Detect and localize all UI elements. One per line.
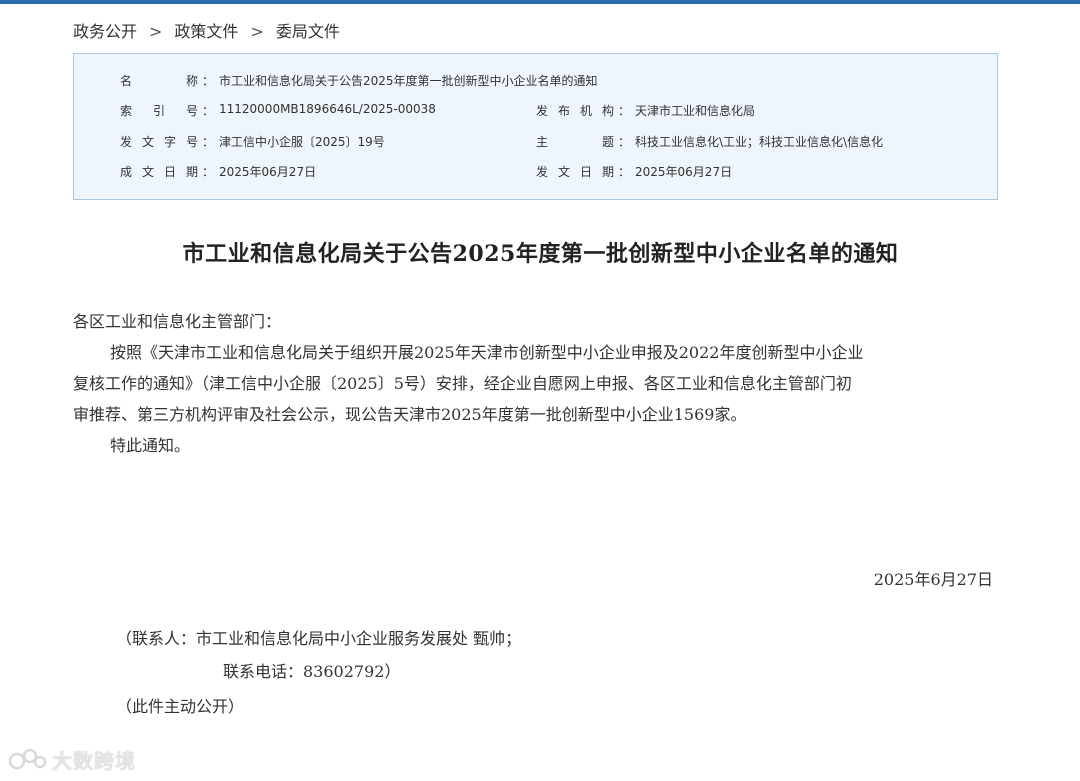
meta-label-written: 成文日期 — [120, 165, 198, 179]
meta-label-name: 名 称 — [120, 74, 198, 88]
meta-label-publisher: 发布机构 — [536, 104, 614, 118]
watermark: 大数跨境 — [8, 745, 136, 774]
meta-value-index: 11120000MB1896646L/2025-00038 — [219, 102, 436, 116]
paragraph-line: 复核工作的通知》（津工信中小企服〔2025〕5号）安排，经企业自愿网上申报、各区… — [73, 374, 852, 393]
meta-row-docno: 发文字号 ： 津工信中小企服〔2025〕19号 主 题 ： 科技工业信息化\工业… — [74, 133, 997, 153]
closing-remark: 特此通知。 — [110, 436, 191, 455]
breadcrumb-item-policy-docs[interactable]: 政策文件 — [174, 22, 238, 41]
paragraph-line: 审推荐、第三方机构评审及社会公示，现公告天津市2025年度第一批创新型中小企业1… — [73, 405, 747, 424]
paragraph-line: 按照《天津市工业和信息化局关于组织开展2025年天津市创新型中小企业申报及202… — [110, 343, 864, 362]
breadcrumb-separator: > — [149, 22, 163, 41]
meta-colon: ： — [202, 135, 215, 149]
contact-person: （联系人：市工业和信息化局中小企业服务发展处 甄帅； — [116, 629, 522, 648]
watermark-text: 大数跨境 — [52, 749, 136, 773]
meta-value-publisher: 天津市工业和信息化局 — [635, 104, 756, 118]
meta-label-issued: 发文日期 — [536, 165, 614, 179]
meta-label-index: 索 引 号 — [120, 104, 198, 118]
meta-value-written: 2025年06月27日 — [219, 165, 317, 179]
document-meta-box: 名 称 ： 市工业和信息化局关于公告2025年度第一批创新型中小企业名单的通知 … — [73, 53, 998, 200]
disclosure-note: （此件主动公开） — [116, 697, 245, 716]
meta-colon: ： — [202, 74, 215, 88]
top-accent-line — [0, 0, 1080, 4]
meta-value-issued: 2025年06月27日 — [635, 165, 733, 179]
breadcrumb: 政务公开 > 政策文件 > 委局文件 — [73, 18, 340, 42]
document-title: 市工业和信息化局关于公告2025年度第一批创新型中小企业名单的通知 — [182, 241, 899, 267]
meta-row-dates: 成文日期 ： 2025年06月27日 发文日期 ： 2025年06月27日 — [74, 163, 997, 183]
meta-colon: ： — [202, 165, 215, 179]
meta-label-docno: 发文字号 — [120, 135, 198, 149]
meta-value-docno: 津工信中小企服〔2025〕19号 — [219, 135, 385, 149]
meta-row-index: 索 引 号 ： 11120000MB1896646L/2025-00038 发布… — [74, 102, 997, 122]
meta-colon: ： — [618, 165, 631, 179]
meta-label-topic: 主 题 — [536, 135, 614, 149]
meta-value-name: 市工业和信息化局关于公告2025年度第一批创新型中小企业名单的通知 — [219, 74, 598, 88]
breadcrumb-separator: > — [250, 22, 264, 41]
document-body: 各区工业和信息化主管部门： 按照《天津市工业和信息化局关于组织开展2025年天津… — [73, 306, 1008, 461]
breadcrumb-item-bureau-docs[interactable]: 委局文件 — [276, 22, 340, 41]
contact-phone: 联系电话：83602792） — [223, 662, 401, 681]
watermark-logo-icon — [8, 748, 47, 769]
document-date: 2025年6月27日 — [873, 570, 993, 589]
breadcrumb-item-gov-affairs[interactable]: 政务公开 — [73, 22, 137, 41]
meta-value-topic: 科技工业信息化\工业；科技工业信息化\信息化 — [635, 135, 884, 149]
salutation: 各区工业和信息化主管部门： — [73, 312, 282, 331]
meta-row-name: 名 称 ： 市工业和信息化局关于公告2025年度第一批创新型中小企业名单的通知 — [74, 72, 997, 92]
meta-colon: ： — [202, 104, 215, 118]
meta-colon: ： — [618, 104, 631, 118]
meta-colon: ： — [618, 135, 631, 149]
